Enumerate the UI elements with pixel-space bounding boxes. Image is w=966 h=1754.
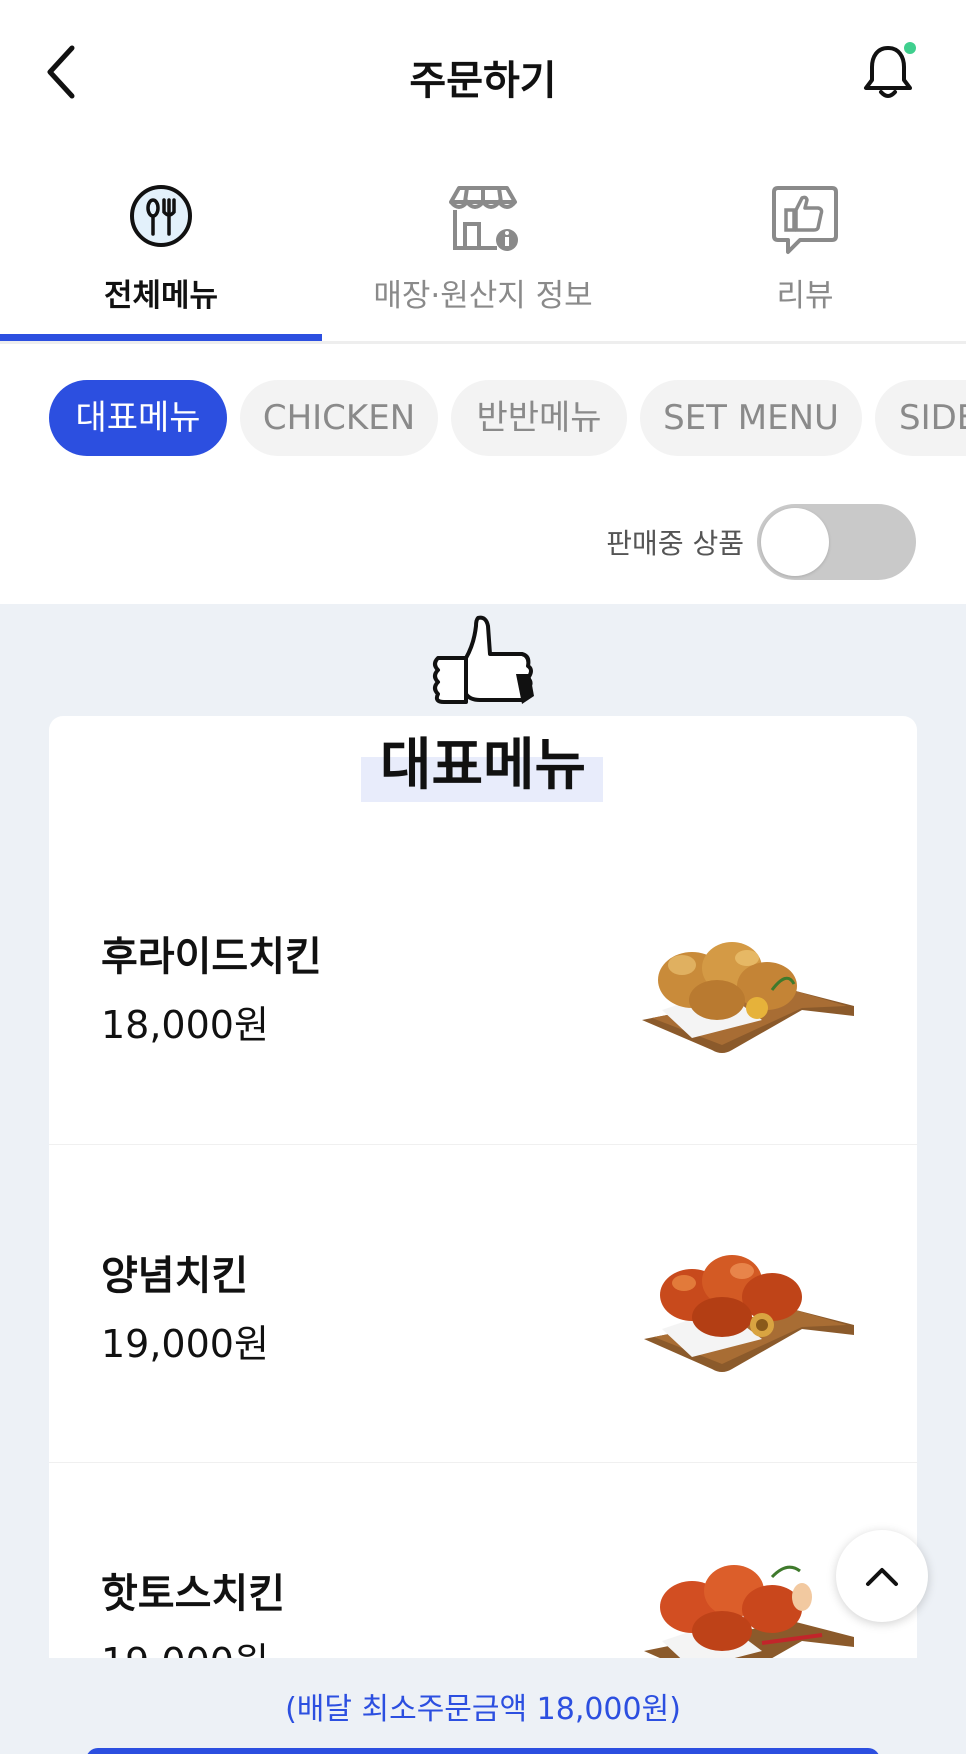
on-sale-filter-label: 판매중 상품: [606, 527, 744, 560]
menu-item-name: 양념치킨: [101, 1253, 249, 1299]
thumbs-up-chat-icon: [770, 184, 840, 260]
toggle-knob: [761, 508, 829, 576]
utensils-icon: [129, 184, 193, 252]
chip-chicken[interactable]: CHICKEN: [240, 380, 438, 456]
order-button[interactable]: [86, 1748, 880, 1754]
on-sale-toggle[interactable]: [757, 504, 916, 580]
app-header: 주문하기: [0, 0, 966, 150]
tab-all-menu[interactable]: 전체메뉴: [0, 160, 322, 344]
fried-chicken-image: [642, 942, 854, 1053]
active-tab-indicator: [0, 334, 322, 341]
menu-item-name: 핫토스치킨: [101, 1571, 285, 1617]
main-tabs: 전체메뉴 매장·원산지 정보 리뷰: [0, 160, 966, 344]
bottom-order-bar: (배달 최소주문금액 18,000원): [0, 1658, 966, 1754]
tab-reviews[interactable]: 리뷰: [644, 160, 966, 344]
page-title: 주문하기: [409, 58, 557, 104]
menu-item[interactable]: 양념치킨 19,000원: [49, 1144, 917, 1462]
chip-side[interactable]: SIDE: [875, 380, 966, 456]
menu-item-price: 18,000원: [101, 1003, 269, 1047]
tab-label: 매장·원산지 정보: [373, 278, 593, 314]
chip-set-menu[interactable]: SET MENU: [640, 380, 862, 456]
chip-signature[interactable]: 대표메뉴: [49, 380, 227, 456]
tab-label: 전체메뉴: [103, 278, 219, 314]
thumbs-up-icon: [433, 615, 534, 704]
notification-dot: [904, 42, 916, 54]
scroll-to-top-button[interactable]: [836, 1530, 928, 1622]
chip-half-half[interactable]: 반반메뉴: [451, 380, 627, 456]
yangnyeom-chicken-image: [644, 1255, 854, 1372]
section-title: 대표메뉴: [379, 733, 587, 798]
minimum-order-notice: (배달 최소주문금액 18,000원): [285, 1692, 681, 1727]
category-chips: 대표메뉴 CHICKEN 반반메뉴 SET MENU SIDE: [0, 380, 966, 456]
chevron-up-icon: [866, 1568, 898, 1586]
menu-item-price: 19,000원: [101, 1322, 269, 1366]
menu-item-name: 후라이드치킨: [101, 934, 322, 980]
menu-item[interactable]: 후라이드치킨 18,000원: [49, 826, 917, 1144]
tab-store-info[interactable]: 매장·원산지 정보: [322, 160, 644, 344]
tab-label: 리뷰: [776, 278, 834, 314]
store-info-icon: [445, 184, 521, 258]
